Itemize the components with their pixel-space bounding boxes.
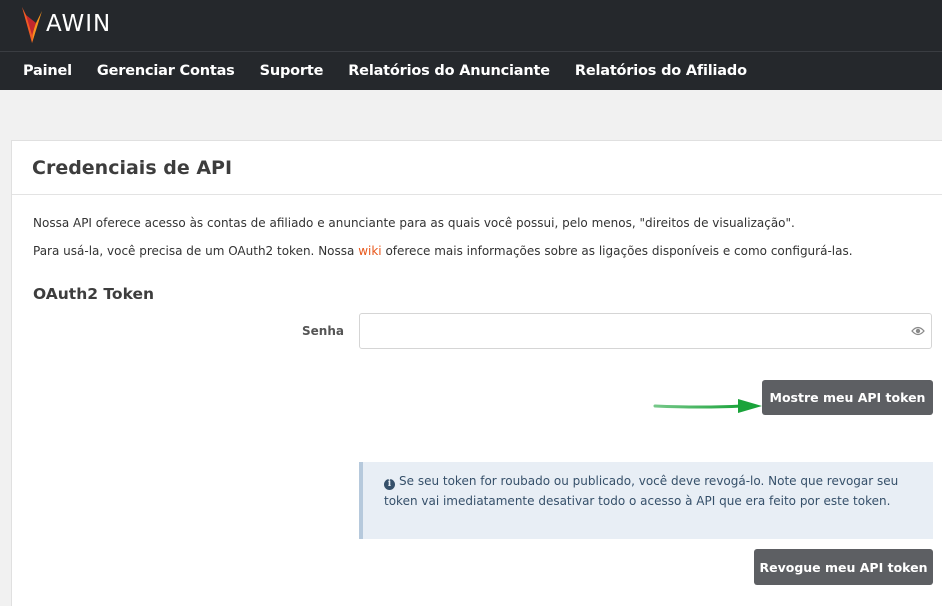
password-label: Senha bbox=[302, 324, 344, 338]
revoke-info-alert: i Se seu token for roubado ou publicado, … bbox=[359, 462, 933, 539]
flame-icon bbox=[22, 7, 42, 43]
nav-item-relatorios-afiliado[interactable]: Relatórios do Afiliado bbox=[575, 63, 747, 79]
nav-item-relatorios-anunciante[interactable]: Relatórios do Anunciante bbox=[348, 63, 550, 79]
password-input[interactable] bbox=[360, 314, 890, 348]
oauth-section-title: OAuth2 Token bbox=[33, 285, 155, 303]
nav-item-suporte[interactable]: Suporte bbox=[260, 63, 324, 79]
page-title: Credenciais de API bbox=[32, 156, 233, 179]
intro-text: Nossa API oferece acesso às contas de af… bbox=[33, 216, 795, 230]
nav-item-gerenciar-contas[interactable]: Gerenciar Contas bbox=[97, 63, 235, 79]
info-icon: i bbox=[384, 479, 395, 490]
card-header: Credenciais de API bbox=[12, 141, 942, 195]
green-arrow-icon bbox=[653, 399, 762, 413]
top-bar: AWIN bbox=[0, 0, 942, 52]
eye-icon[interactable] bbox=[911, 325, 925, 337]
alert-text: Se seu token for roubado ou publicado, v… bbox=[384, 474, 899, 508]
api-credentials-card: Credenciais de API Nossa API oferece ace… bbox=[11, 140, 942, 606]
nav-item-painel[interactable]: Painel bbox=[23, 63, 72, 79]
usage-text: Para usá-la, você precisa de um OAuth2 t… bbox=[33, 244, 853, 258]
usage-text-after: oferece mais informações sobre as ligaçõ… bbox=[381, 244, 853, 258]
main-nav: Painel Gerenciar Contas Suporte Relatóri… bbox=[0, 52, 942, 90]
show-token-button[interactable]: Mostre meu API token bbox=[762, 380, 933, 415]
awin-logo[interactable]: AWIN bbox=[20, 4, 111, 44]
logo-text: AWIN bbox=[46, 11, 112, 37]
wiki-link[interactable]: wiki bbox=[358, 244, 381, 258]
password-field[interactable] bbox=[359, 313, 932, 349]
revoke-token-button[interactable]: Revogue meu API token bbox=[754, 549, 933, 585]
usage-text-before: Para usá-la, você precisa de um OAuth2 t… bbox=[33, 244, 359, 258]
